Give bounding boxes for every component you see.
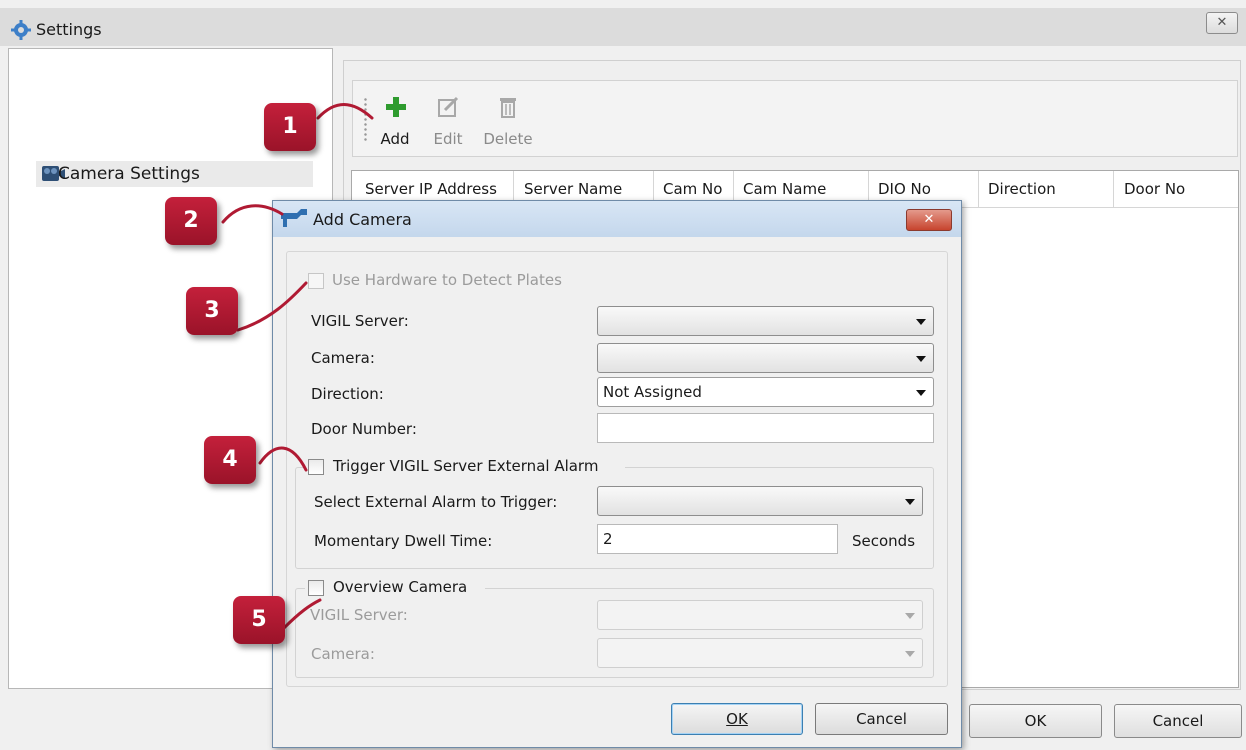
chevron-down-icon xyxy=(916,319,926,325)
callout-badge-3: 3 xyxy=(186,287,238,335)
window-titlebar: Settings xyxy=(0,8,1246,46)
column-header-cam-name[interactable]: Cam Name xyxy=(743,180,826,198)
direction-label: Direction: xyxy=(311,385,384,403)
plus-icon xyxy=(386,97,406,117)
trigger-alarm-checkbox[interactable] xyxy=(308,459,324,475)
direction-select[interactable]: Not Assigned xyxy=(597,377,934,407)
column-header-cam-no[interactable]: Cam No xyxy=(663,180,722,198)
overview-camera-select-label: Camera: xyxy=(311,645,375,663)
door-number-input[interactable] xyxy=(597,413,934,443)
chevron-down-icon xyxy=(905,499,915,505)
dialog-cancel-button[interactable]: Cancel xyxy=(815,703,948,735)
column-header-server-ip[interactable]: Server IP Address xyxy=(365,180,497,198)
dwell-time-unit: Seconds xyxy=(852,532,916,550)
chevron-down-icon xyxy=(905,651,915,657)
column-header-server-name[interactable]: Server Name xyxy=(524,180,622,198)
door-number-label: Door Number: xyxy=(311,420,417,438)
column-divider xyxy=(978,171,979,207)
use-hardware-checkbox[interactable] xyxy=(308,273,324,289)
edit-button[interactable]: Edit xyxy=(428,96,468,148)
chevron-down-icon xyxy=(916,390,926,396)
dialog-close-button[interactable]: ✕ xyxy=(906,209,952,231)
window-title: Settings xyxy=(36,20,102,39)
use-hardware-label: Use Hardware to Detect Plates xyxy=(332,271,562,289)
dialog-cancel-label: Cancel xyxy=(856,710,907,728)
vigil-server-select[interactable] xyxy=(597,306,934,336)
dwell-time-value: 2 xyxy=(603,530,613,548)
add-button[interactable]: Add xyxy=(375,96,415,148)
column-header-dio-no[interactable]: DIO No xyxy=(878,180,931,198)
callout-badge-2: 2 xyxy=(165,197,217,245)
overview-server-label: VIGIL Server: xyxy=(310,606,408,624)
external-alarm-select[interactable] xyxy=(597,486,923,516)
toolbar-grip[interactable] xyxy=(364,97,367,143)
tree-item-label: Camera Settings xyxy=(58,164,200,184)
camera-select[interactable] xyxy=(597,343,934,373)
overview-server-select[interactable] xyxy=(597,600,923,630)
gear-icon xyxy=(11,20,31,40)
trigger-alarm-label: Trigger VIGIL Server External Alarm xyxy=(333,457,599,475)
callout-badge-5: 5 xyxy=(233,596,285,644)
dialog-title: Add Camera xyxy=(313,210,412,229)
dwell-time-label: Momentary Dwell Time: xyxy=(314,532,493,550)
chevron-down-icon xyxy=(916,356,926,362)
select-alarm-label: Select External Alarm to Trigger: xyxy=(314,493,558,511)
add-label: Add xyxy=(380,130,410,148)
chevron-down-icon xyxy=(905,613,915,619)
dialog-ok-button[interactable]: OK xyxy=(671,703,803,735)
edit-icon xyxy=(438,96,459,117)
ok-button[interactable]: OK xyxy=(969,704,1102,738)
camera-icon xyxy=(281,209,307,227)
camera-label: Camera: xyxy=(311,349,375,367)
direction-value: Not Assigned xyxy=(603,383,702,401)
trash-icon xyxy=(500,98,516,118)
window-close-button[interactable]: ✕ xyxy=(1206,12,1238,34)
edit-label: Edit xyxy=(433,130,463,148)
delete-label: Delete xyxy=(483,130,533,148)
callout-badge-4: 4 xyxy=(204,436,256,484)
close-icon: ✕ xyxy=(923,212,935,227)
cancel-button[interactable]: Cancel xyxy=(1114,704,1242,738)
dwell-time-input[interactable]: 2 xyxy=(597,524,838,554)
dialog-ok-label: OK xyxy=(726,710,748,728)
delete-button[interactable]: Delete xyxy=(480,96,536,148)
overview-camera-label: Overview Camera xyxy=(333,578,468,596)
dialog-titlebar: Add Camera xyxy=(273,201,961,237)
overview-camera-select[interactable] xyxy=(597,638,923,668)
column-divider xyxy=(1113,171,1114,207)
close-icon: ✕ xyxy=(1216,15,1228,30)
overview-camera-checkbox[interactable] xyxy=(308,580,324,596)
callout-badge-1: 1 xyxy=(264,103,316,151)
vigil-server-label: VIGIL Server: xyxy=(311,312,409,330)
column-header-door-no[interactable]: Door No xyxy=(1124,180,1185,198)
column-header-direction[interactable]: Direction xyxy=(988,180,1056,198)
